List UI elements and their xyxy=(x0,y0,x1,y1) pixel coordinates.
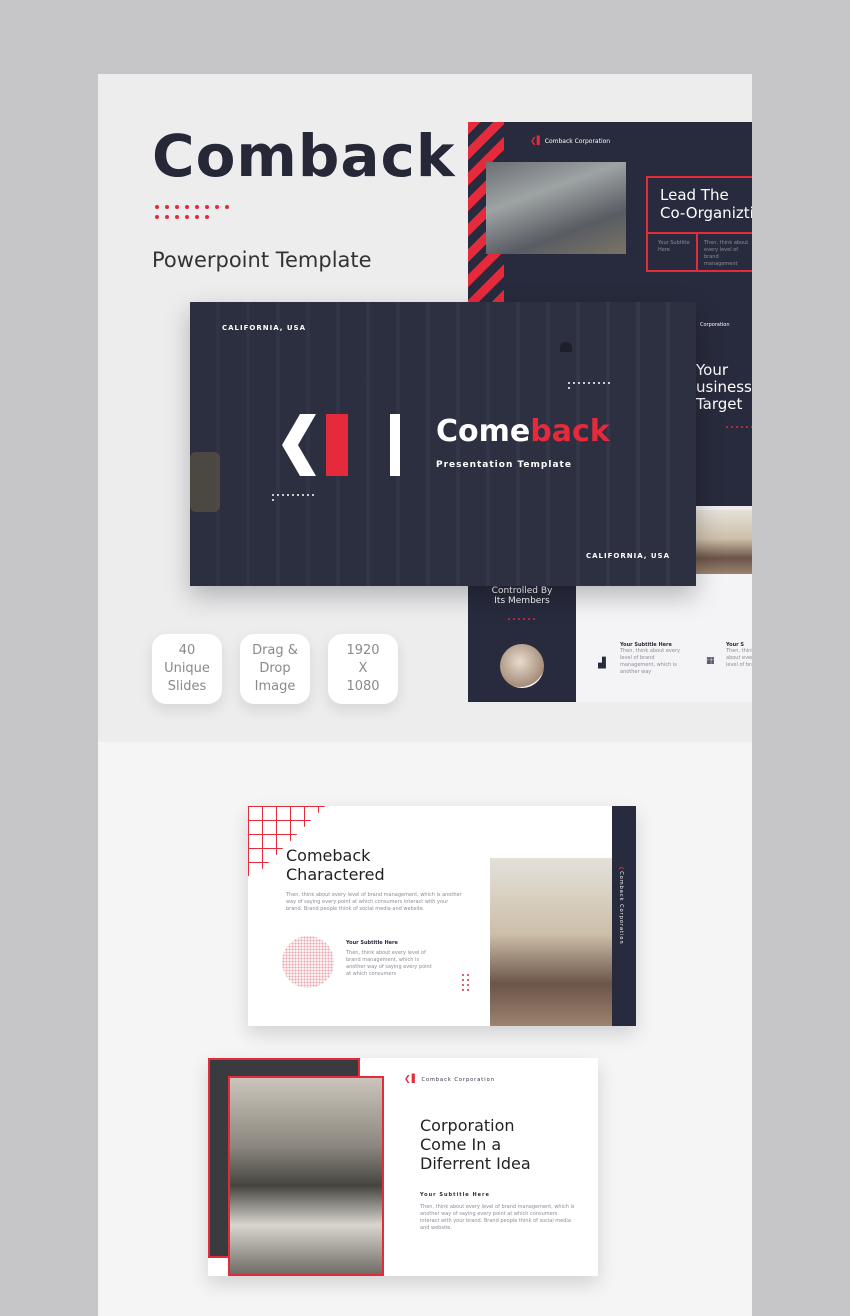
red-dots-decoration xyxy=(155,205,235,219)
brand-logo-icon: ❮▌ xyxy=(404,1074,419,1083)
white-dots-decoration xyxy=(272,494,316,501)
badge-slides: 40 Unique Slides xyxy=(152,634,222,704)
slide-subtitle: Your Subtitle Here xyxy=(420,1192,490,1198)
chair-shape xyxy=(190,452,220,512)
slide-brand: ❮▌ Comback Corporation xyxy=(404,1074,495,1083)
dotted-circle-decoration xyxy=(282,936,334,988)
red-dots-decoration xyxy=(726,426,752,428)
red-dots-decoration xyxy=(462,974,470,991)
slide-heading-line2: Charactered xyxy=(286,865,385,884)
side-brand-label: Comback Corporation xyxy=(618,871,624,945)
location-top: CALIFORNIA, USA xyxy=(222,324,306,332)
white-dots-decoration xyxy=(568,382,612,389)
meeting-photo xyxy=(490,858,612,1026)
slide-main-tagline: Presentation Template xyxy=(436,460,572,470)
ceiling-lamp-icon xyxy=(560,342,572,352)
side-bar: ❮Comback Corporation xyxy=(612,806,636,1026)
slide-brand: ❮▌ Comback Corporation xyxy=(530,136,610,145)
office-photo xyxy=(486,162,626,254)
slide-body-text: Then, think about every level of brand m… xyxy=(286,892,462,912)
item2-text: Then, think about every level of brand xyxy=(726,648,752,668)
badge-resolution: 1920 X 1080 xyxy=(328,634,398,704)
office-photo xyxy=(228,1076,384,1276)
title-white-part: Come xyxy=(436,414,531,449)
slide-brand-label: Corporation xyxy=(700,322,730,328)
calendar-icon: ▦ xyxy=(706,656,715,666)
slide-heading-line1: Lead The xyxy=(660,186,729,204)
chart-icon: ▟ xyxy=(598,658,606,669)
item1-text: Then, think about every level of brand m… xyxy=(620,648,680,675)
product-title: Comback xyxy=(152,122,456,190)
product-subtitle: Powerpoint Template xyxy=(152,248,372,272)
lower-section: Comeback Charactered Then, think about e… xyxy=(98,742,752,1316)
side-brand: ❮Comback Corporation xyxy=(618,866,624,945)
slide-heading-line2: Its Members xyxy=(494,596,550,606)
red-dots-decoration xyxy=(508,618,538,620)
slide-heading-line2: Come In a xyxy=(420,1135,502,1154)
slide-heading-line2: usiness xyxy=(696,378,752,396)
slide-heading-line3: Target xyxy=(696,395,743,413)
badge-drag-drop: Drag & Drop Image xyxy=(240,634,310,704)
slide-preview-charactered: Comeback Charactered Then, think about e… xyxy=(248,806,636,1026)
person-avatar xyxy=(500,644,544,688)
preview-card: Comback Powerpoint Template ❮▌ Comback C… xyxy=(98,74,752,1316)
slide-main-title: Comeback xyxy=(436,414,610,449)
brand-logo-icon: ❮▌ xyxy=(530,136,543,145)
slide-heading-line1: Your xyxy=(696,361,729,379)
title-red-part: back xyxy=(530,414,610,449)
slide-heading-line1: Comeback xyxy=(286,846,371,865)
lead-box: Lead The Co-Organizti Your Subtitle Here… xyxy=(646,176,752,272)
slide-sub-body: Then, think about every level of brand m… xyxy=(346,950,432,977)
cell-right-text: Then, think about every level of brand m… xyxy=(704,240,749,267)
hero-section: Comback Powerpoint Template ❮▌ Comback C… xyxy=(98,74,752,742)
slide-heading-line3: Diferrent Idea xyxy=(420,1154,531,1173)
slide-preview-lead: ❮▌ Comback Corporation Lead The Co-Organ… xyxy=(468,122,752,312)
slide-heading-line2: Co-Organizti xyxy=(660,204,752,222)
slide-brand-label: Comback Corporation xyxy=(544,138,611,145)
slide-heading-line1: Corporation xyxy=(420,1116,515,1135)
slide-heading-line1: Controlled By xyxy=(491,586,553,596)
cell-left-text: Your Subtitle Here xyxy=(658,240,690,253)
slide-brand-label: Comback Corporation xyxy=(421,1077,495,1083)
slide-body-text: Then, think about every level of brand m… xyxy=(420,1204,575,1231)
slide-preview-main: CALIFORNIA, USA Comeback Presentation Te… xyxy=(190,302,696,586)
location-bottom: CALIFORNIA, USA xyxy=(586,552,670,560)
comeback-logo-icon xyxy=(272,414,402,476)
slide-preview-corporation: ❮▌ Comback Corporation Corporation Come … xyxy=(208,1058,598,1276)
slide-subtitle: Your Subtitle Here xyxy=(346,940,398,946)
